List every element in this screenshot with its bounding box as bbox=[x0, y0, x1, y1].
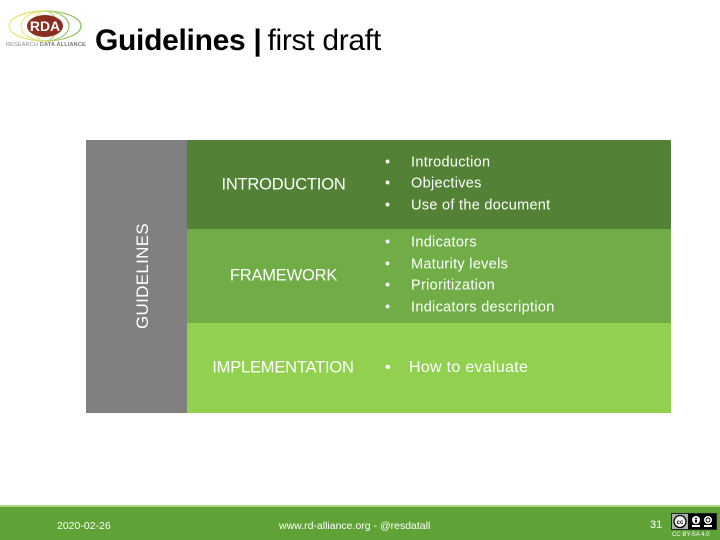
bullet-item: Indicators bbox=[383, 233, 555, 255]
rda-logo: RDA bbox=[6, 8, 84, 56]
footer-date: 2020-02-26 bbox=[57, 520, 111, 532]
section-bullet-list: Introduction Objectives Use of the docum… bbox=[383, 152, 551, 217]
page-title: Guidelines | first draft bbox=[95, 24, 381, 58]
logo-caption-regular: RESEARCH bbox=[6, 42, 39, 48]
cc-license-badge: cc bbox=[671, 513, 717, 530]
bullet-item: Prioritization bbox=[383, 276, 555, 298]
license-text: CC BY-SA 4.0 bbox=[672, 532, 710, 538]
bullet-item: Use of the document bbox=[383, 195, 551, 217]
title-subtitle: first draft bbox=[267, 24, 381, 57]
section-framework: FRAMEWORK Indicators Maturity levels Pri… bbox=[187, 229, 671, 323]
section-title: INTRODUCTION bbox=[221, 175, 346, 193]
footer-bar: 2020-02-26 www.rd-alliance.org - @resdat… bbox=[0, 507, 720, 540]
page-number: 31 bbox=[650, 519, 663, 531]
section-implementation: IMPLEMENTATION How to evaluate bbox=[187, 323, 671, 413]
bullet-item: Objectives bbox=[383, 174, 551, 196]
bullet-item: Indicators description bbox=[383, 298, 555, 320]
bullet-item: How to evaluate bbox=[383, 357, 528, 379]
rda-logo-caption: RESEARCH DATA ALLIANCE bbox=[6, 42, 86, 48]
section-bullet-list: Indicators Maturity levels Prioritizatio… bbox=[383, 233, 555, 320]
title-main: Guidelines bbox=[95, 24, 246, 57]
logo-caption-bold: DATA ALLIANCE bbox=[39, 42, 86, 48]
footer-url: www.rd-alliance.org - @resdatall bbox=[279, 520, 431, 532]
svg-text:cc: cc bbox=[677, 520, 684, 526]
bullet-item: Introduction bbox=[383, 152, 551, 174]
title-separator: | bbox=[253, 24, 262, 57]
rda-globe-icon: RDA bbox=[8, 10, 82, 42]
section-title: FRAMEWORK bbox=[229, 266, 338, 285]
creative-commons-icon: cc bbox=[673, 514, 716, 529]
svg-text:RDA: RDA bbox=[30, 18, 60, 34]
guidelines-side-label: GUIDELINES bbox=[133, 223, 152, 329]
bullet-item: Maturity levels bbox=[383, 254, 555, 276]
section-title: IMPLEMENTATION bbox=[212, 358, 354, 377]
share-alike-icon bbox=[704, 516, 712, 524]
section-introduction: INTRODUCTION Introduction Objectives Use… bbox=[187, 140, 671, 229]
section-bullet-list: How to evaluate bbox=[383, 357, 528, 379]
